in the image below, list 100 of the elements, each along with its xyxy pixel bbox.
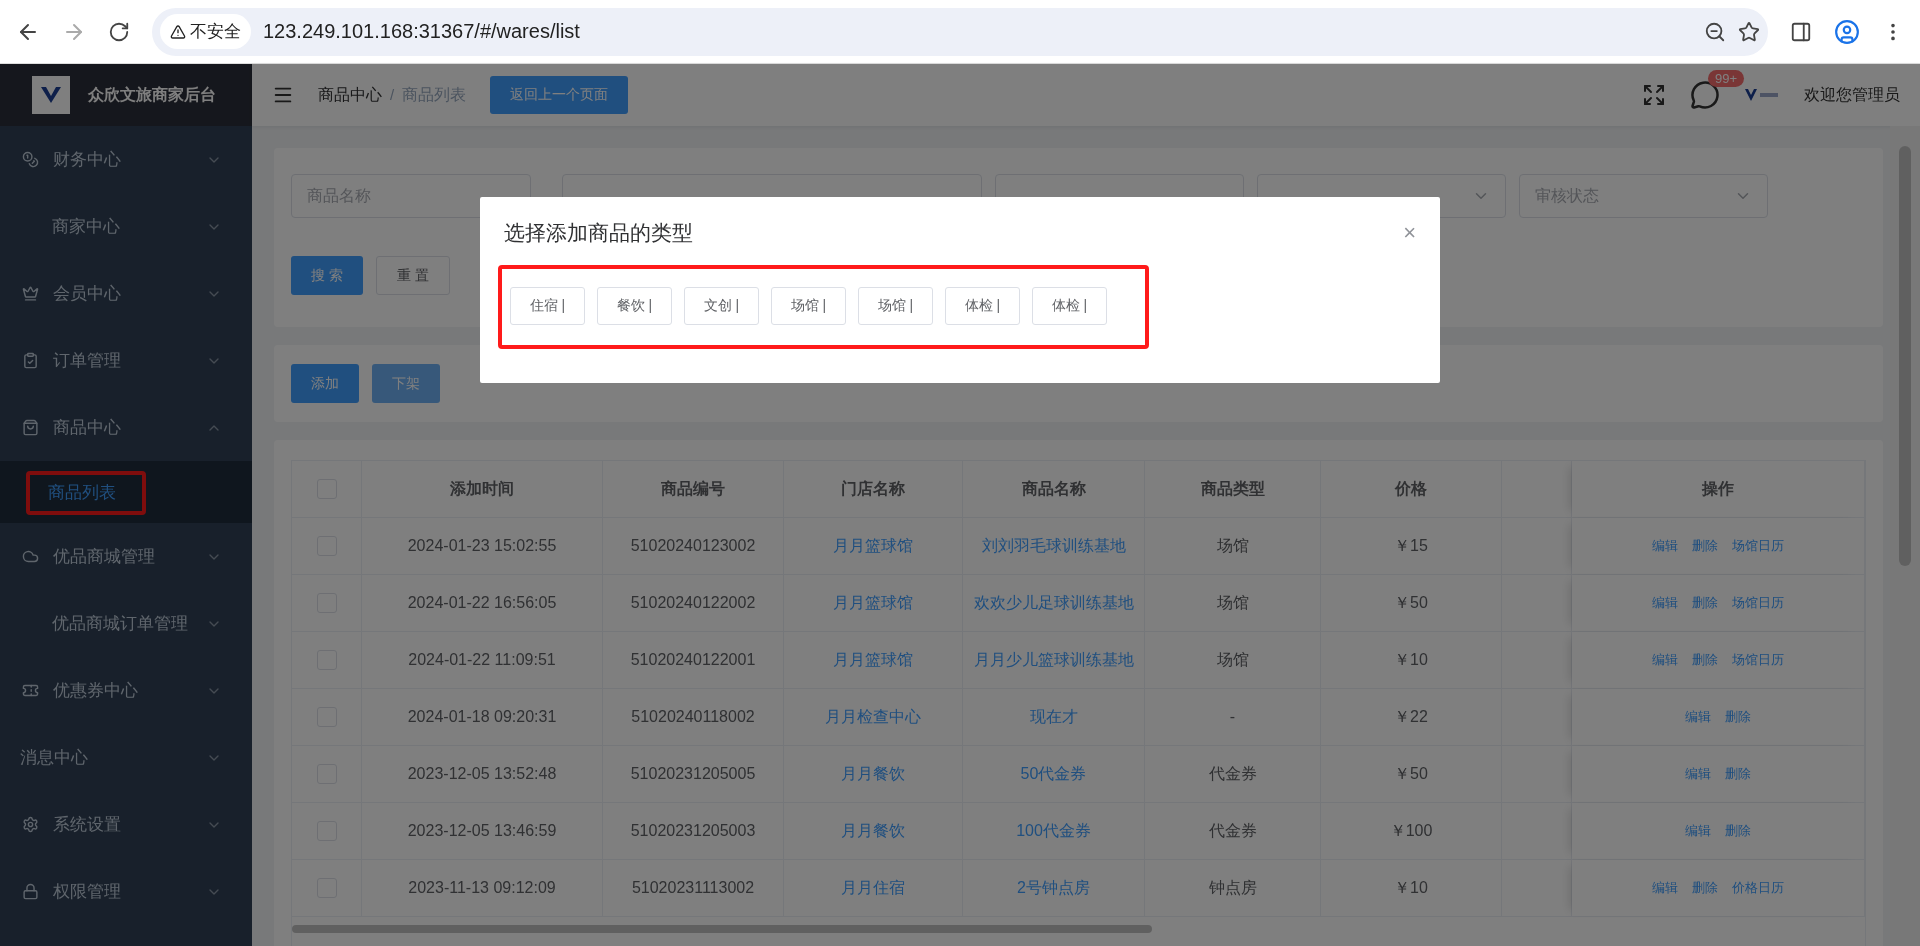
column-header: 商品类型: [1200, 478, 1265, 499]
product-link[interactable]: 欢欢少儿足球训练基地: [973, 592, 1134, 614]
product-link[interactable]: 现在才: [1029, 706, 1078, 728]
menu-item[interactable]: 优品商城管理: [0, 523, 252, 590]
submenu-item[interactable]: 商品列表: [0, 461, 252, 523]
table-cell: 51020240118002: [631, 708, 755, 726]
breadcrumb-item[interactable]: 商品中心: [318, 85, 382, 103]
column-header: 门店名称: [841, 478, 905, 499]
reload-icon[interactable]: [108, 20, 130, 43]
table-cell: 51020240122002: [630, 594, 756, 612]
menu-item[interactable]: 订单管理: [0, 327, 252, 394]
type-button[interactable]: 住宿 |: [510, 287, 585, 325]
scrollbar-thumb[interactable]: [1899, 146, 1911, 566]
security-chip[interactable]: 不安全: [160, 14, 251, 49]
product-link[interactable]: 50代金券: [1020, 763, 1087, 785]
action-link[interactable]: 删除: [1725, 708, 1751, 726]
logo-icon: [32, 76, 70, 114]
action-link[interactable]: 场馆日历: [1732, 594, 1784, 612]
coins-icon: [22, 151, 39, 168]
action-link[interactable]: 价格日历: [1732, 879, 1784, 897]
star-icon[interactable]: [1738, 20, 1760, 43]
menu-item[interactable]: 优品商城订单管理: [0, 590, 252, 657]
store-link[interactable]: 月月住宿: [841, 877, 905, 899]
menu-item[interactable]: 商品中心: [0, 394, 252, 461]
menu-item[interactable]: 消息中心: [0, 724, 252, 791]
store-link[interactable]: 月月餐饮: [841, 820, 905, 842]
table-cell: 51020240122001: [630, 651, 756, 669]
menu-item[interactable]: 系统设置: [0, 791, 252, 858]
lock-icon: [22, 883, 39, 900]
menu-item[interactable]: 权限管理: [0, 858, 252, 925]
action-link[interactable]: 删除: [1692, 879, 1718, 897]
menu-item[interactable]: 财务中心: [0, 126, 252, 193]
close-button[interactable]: ×: [1403, 220, 1416, 246]
logo-icon: [1744, 87, 1780, 103]
table-cell: 51020231205005: [630, 765, 756, 783]
product-link[interactable]: 100代金券: [1016, 820, 1091, 842]
cloud-icon: [22, 548, 39, 565]
type-button[interactable]: 体检 |: [1032, 287, 1107, 325]
table-cell-text: 场馆: [1216, 592, 1249, 613]
action-link[interactable]: 编辑: [1685, 765, 1711, 783]
search-button[interactable]: 搜 索: [291, 256, 363, 295]
profile-icon[interactable]: [1834, 18, 1860, 45]
menu-item[interactable]: 优惠券中心: [0, 657, 252, 724]
settings-icon: [22, 816, 39, 833]
action-link[interactable]: 编辑: [1652, 651, 1678, 669]
store-link[interactable]: 月月餐饮: [841, 763, 905, 785]
back-button[interactable]: 返回上一个页面: [490, 76, 629, 114]
action-link[interactable]: 编辑: [1652, 537, 1678, 555]
table-cell: 51020240123002: [630, 537, 756, 555]
zoom-icon[interactable]: [1704, 20, 1726, 43]
action-link[interactable]: 删除: [1692, 651, 1718, 669]
action-link[interactable]: 场馆日历: [1732, 651, 1784, 669]
table-cell-text: ￥22: [1394, 706, 1428, 727]
store-link[interactable]: 月月篮球馆: [833, 649, 913, 671]
type-button[interactable]: 场馆 |: [858, 287, 933, 325]
store-link[interactable]: 月月篮球馆: [833, 592, 913, 614]
column-header: 商品编号: [661, 478, 725, 499]
table-cell: 2024-01-18 09:20:31: [407, 708, 557, 726]
table-cell-text: ￥10: [1394, 877, 1428, 898]
add-button[interactable]: 添加: [291, 364, 359, 403]
action-link[interactable]: 删除: [1692, 537, 1718, 555]
action-link[interactable]: 编辑: [1652, 594, 1678, 612]
column-header: 商品名称: [1021, 478, 1086, 499]
table-cell-text: 代金券: [1208, 763, 1257, 784]
product-link[interactable]: 月月少儿篮球训练基地: [973, 649, 1134, 671]
dialog-title: 选择添加商品的类型: [504, 220, 693, 246]
reset-button[interactable]: 重 置: [375, 256, 450, 295]
menu-item[interactable]: 商家中心: [0, 193, 252, 260]
product-link[interactable]: 刘刘羽毛球训练基地: [981, 535, 1126, 557]
type-button[interactable]: 场馆 |: [771, 287, 846, 325]
table-cell-text: 场馆: [1216, 649, 1249, 670]
menu-item[interactable]: 会员中心: [0, 260, 252, 327]
table-cell: 2023-12-05 13:46:59: [407, 822, 557, 840]
fullscreen-icon[interactable]: [1642, 83, 1666, 107]
type-button[interactable]: 文创 |: [684, 287, 759, 325]
column-header: 添加时间: [450, 478, 514, 499]
table-cell-text: ￥15: [1394, 535, 1428, 556]
side-panel-icon[interactable]: [1790, 20, 1812, 43]
table-cell: 2024-01-23 15:02:55: [407, 537, 557, 555]
table-cell: 2024-01-22 16:56:05: [407, 594, 557, 612]
action-link[interactable]: 删除: [1725, 822, 1751, 840]
column-header: 操作: [1702, 478, 1734, 499]
type-button[interactable]: 体检 |: [945, 287, 1020, 325]
action-link[interactable]: 删除: [1725, 765, 1751, 783]
action-link[interactable]: 编辑: [1685, 708, 1711, 726]
table-cell: 51020231113002: [631, 879, 755, 897]
store-link[interactable]: 月月检查中心: [825, 706, 921, 728]
action-link[interactable]: 编辑: [1685, 822, 1711, 840]
product-link[interactable]: 2号钟点房: [1017, 877, 1090, 899]
scrollbar-thumb[interactable]: [292, 925, 1152, 933]
table-cell-text: ￥50: [1394, 592, 1428, 613]
action-link[interactable]: 编辑: [1652, 879, 1678, 897]
action-link[interactable]: 删除: [1692, 594, 1718, 612]
address-bar[interactable]: 不安全 123.249.101.168:31367/#/wares/list: [152, 7, 1768, 56]
shopping-bag-icon: [22, 419, 39, 436]
store-link[interactable]: 月月篮球馆: [833, 535, 913, 557]
action-link[interactable]: 场馆日历: [1732, 537, 1784, 555]
type-button[interactable]: 餐饮 |: [597, 287, 672, 325]
table-cell: -: [1229, 708, 1236, 726]
url-text: 123.249.101.168:31367/#/wares/list: [263, 20, 581, 43]
